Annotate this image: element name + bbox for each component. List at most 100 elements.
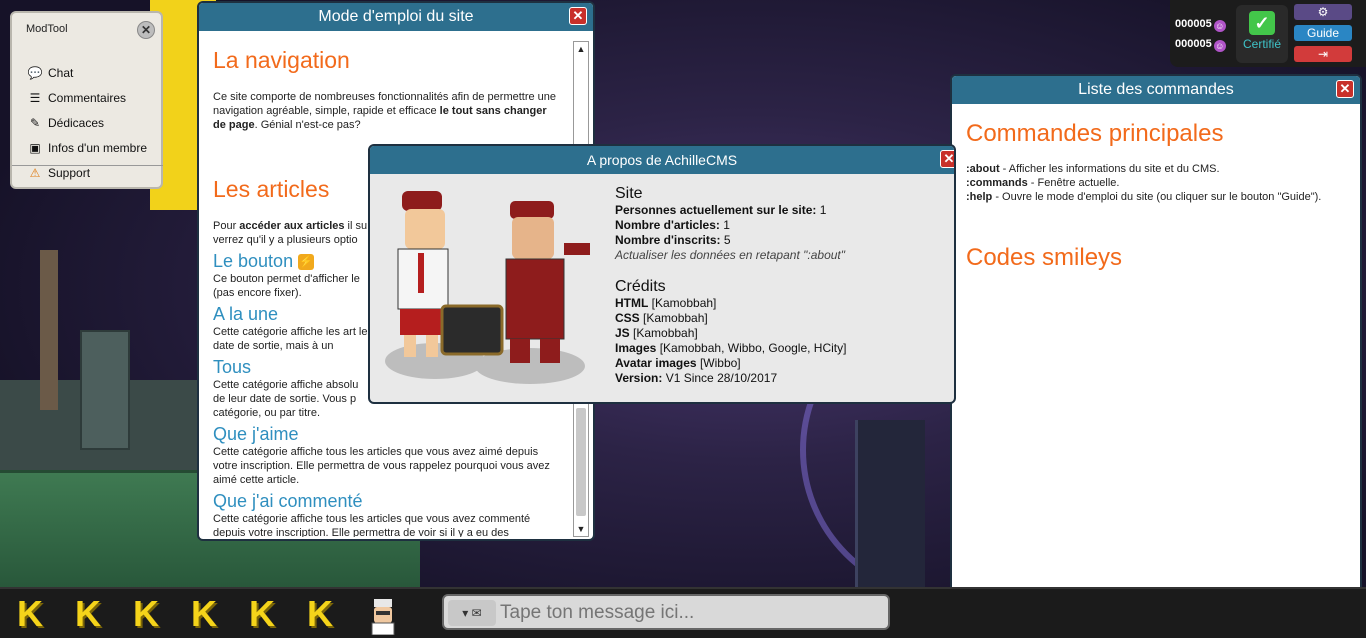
chat-bar: ▾ ✉ <box>442 594 890 630</box>
text-bold: accéder aux articles <box>239 220 345 232</box>
chat-input[interactable] <box>500 600 886 626</box>
modtool-item-label: Dédicaces <box>48 116 105 130</box>
credit-label: JS <box>615 326 630 340</box>
guide-window-header: Mode d'emploi du site ✕ <box>199 3 593 31</box>
certified-label: Certifié <box>1242 37 1281 51</box>
credit-row: Images [Kamobbah, Wibbo, Google, HCity] <box>615 341 846 356</box>
scroll-up-icon[interactable]: ▲ <box>574 42 588 56</box>
command-desc: - Ouvre le mode d'emploi du site (ou cli… <box>992 191 1322 203</box>
info-row-persons: Personnes actuellement sur le site: 1 <box>615 203 846 218</box>
info-label: Nombre d'inscrits: <box>615 233 721 247</box>
credit-value: V1 Since 28/10/2017 <box>665 371 778 385</box>
modtool-item-label: Commentaires <box>48 91 127 105</box>
checkmark-icon: ✓ <box>1249 11 1275 35</box>
info-row-articles: Nombre d'articles: 1 <box>615 218 846 233</box>
heading-commente: Que j'ai commenté <box>213 491 363 511</box>
gear-icon: ⚙ <box>1317 5 1329 19</box>
commands-list: :about - Afficher les informations du si… <box>966 162 1340 204</box>
scroll-down-icon[interactable]: ▼ <box>574 522 588 536</box>
info-value: 5 <box>723 233 731 247</box>
modtool-item-chat[interactable]: 💬 Chat <box>26 65 74 81</box>
stone-pillar <box>80 330 130 450</box>
command-item: :about - Afficher les informations du si… <box>966 162 1340 176</box>
heading-text: Le bouton <box>213 251 294 271</box>
info-value: 1 <box>723 218 730 232</box>
wooden-pole <box>40 250 58 410</box>
close-button[interactable]: ✕ <box>569 7 587 25</box>
commands-window: Liste des commandes ✕ Commandes principa… <box>950 74 1362 594</box>
command-name: :about <box>966 163 1000 175</box>
logout-icon: ⇥ <box>1317 47 1329 61</box>
k-slot[interactable]: K <box>10 595 50 633</box>
info-label: Personnes actuellement sur le site: <box>615 203 817 217</box>
k-slot[interactable]: K <box>126 595 166 633</box>
modtool-title: ModTool <box>26 23 68 35</box>
certified-badge: ✓ Certifié <box>1236 5 1288 63</box>
chat-icon: 💬 <box>27 66 43 80</box>
modtool-item-label: Support <box>48 166 91 180</box>
credit-value: [Kamobbah] <box>633 326 698 340</box>
close-button[interactable]: ✕ <box>1336 80 1354 98</box>
credit-label: Avatar images <box>615 356 697 370</box>
about-window-header: A propos de AchilleCMS ✕ <box>370 146 954 174</box>
site-heading: Site <box>615 185 643 202</box>
modtool-item-dedicaces[interactable]: ✎ Dédicaces <box>26 115 104 131</box>
text-span: Pour <box>213 220 240 232</box>
credit-row: Avatar images [Wibbo] <box>615 356 846 371</box>
scroll-thumb[interactable] <box>576 408 586 516</box>
about-info: Site Personnes actuellement sur le site:… <box>615 186 846 386</box>
lightning-icon: ⚡ <box>298 254 315 270</box>
dark-tower <box>855 420 925 590</box>
top-right-hud: 000005 ☺ 000005 ☺ ✓ Certifié ⚙ Guide ⇥ <box>1170 0 1366 67</box>
habbo-characters-illustration <box>385 191 590 384</box>
text-span: il su <box>344 220 368 232</box>
chat-style-selector[interactable]: ▾ ✉ <box>448 600 496 626</box>
info-row-registered: Nombre d'inscrits: 5 <box>615 233 846 248</box>
currency-counter-2: 000005 ☺ <box>1175 38 1226 52</box>
k-slot[interactable]: K <box>184 595 224 633</box>
credit-value: [Kamobbah, Wibbo, Google, HCity] <box>659 341 847 355</box>
avatar[interactable] <box>366 597 400 635</box>
credit-value: [Kamobbah] <box>643 311 708 325</box>
modtool-item-label: Chat <box>48 66 74 80</box>
credit-row: Version: V1 Since 28/10/2017 <box>615 371 846 386</box>
k-slot[interactable]: K <box>68 595 108 633</box>
heading-codes-smileys: Codes smileys <box>966 244 1123 271</box>
text-span: verrez qu'il y a plusieurs optio <box>213 234 358 246</box>
credit-label: Version: <box>615 371 663 385</box>
credit-label: HTML <box>615 296 649 310</box>
refresh-note: Actualiser les données en retapant ":abo… <box>615 248 846 262</box>
heading-navigation: La navigation <box>213 47 350 73</box>
guide-button[interactable]: Guide <box>1294 25 1352 41</box>
about-window-title: A propos de AchilleCMS <box>586 152 738 168</box>
modtool-item-commentaires[interactable]: ☰ Commentaires <box>26 90 126 106</box>
member-icon: ▣ <box>29 141 41 155</box>
text-span: . Génial n'est-ce pas? <box>254 119 361 131</box>
modtool-panel: ModTool ✕ 💬 Chat ☰ Commentaires ✎ Dédica… <box>10 11 163 189</box>
command-item: :help - Ouvre le mode d'emploi du site (… <box>966 190 1340 204</box>
une-text: Cette catégorie affiche les art leur dat… <box>213 326 378 352</box>
credit-value: [Kamobbah] <box>651 296 717 310</box>
logout-button[interactable]: ⇥ <box>1294 46 1352 62</box>
warning-icon: ⚠ <box>29 166 41 180</box>
k-slot[interactable]: K <box>300 595 340 633</box>
command-item: :commands - Fenêtre actuelle. <box>966 176 1340 190</box>
credit-row: HTML [Kamobbah] <box>615 296 846 311</box>
commands-window-header: Liste des commandes ✕ <box>952 76 1360 104</box>
modtool-item-infos-membre[interactable]: ▣ Infos d'un membre <box>26 140 147 156</box>
settings-button[interactable]: ⚙ <box>1294 4 1352 20</box>
chevron-down-icon: ▾ <box>462 606 469 620</box>
currency-value: 000005 <box>1175 38 1212 50</box>
guide-window-title: Mode d'emploi du site <box>318 8 474 25</box>
credit-row: CSS [Kamobbah] <box>615 311 846 326</box>
coin-icon: ☺ <box>1213 20 1226 32</box>
navigation-text: Ce site comporte de nombreuses fonctionn… <box>213 90 561 132</box>
k-slot[interactable]: K <box>242 595 282 633</box>
close-button[interactable]: ✕ <box>940 150 954 168</box>
commands-content: Commandes principales :about - Afficher … <box>962 116 1340 592</box>
aime-text: Cette catégorie affiche tous les article… <box>213 446 550 486</box>
modtool-close-button[interactable]: ✕ <box>137 21 155 39</box>
credits-heading: Crédits <box>615 278 666 295</box>
heading-commandes-principales: Commandes principales <box>966 120 1224 147</box>
modtool-item-support[interactable]: ⚠ Support <box>26 165 90 181</box>
